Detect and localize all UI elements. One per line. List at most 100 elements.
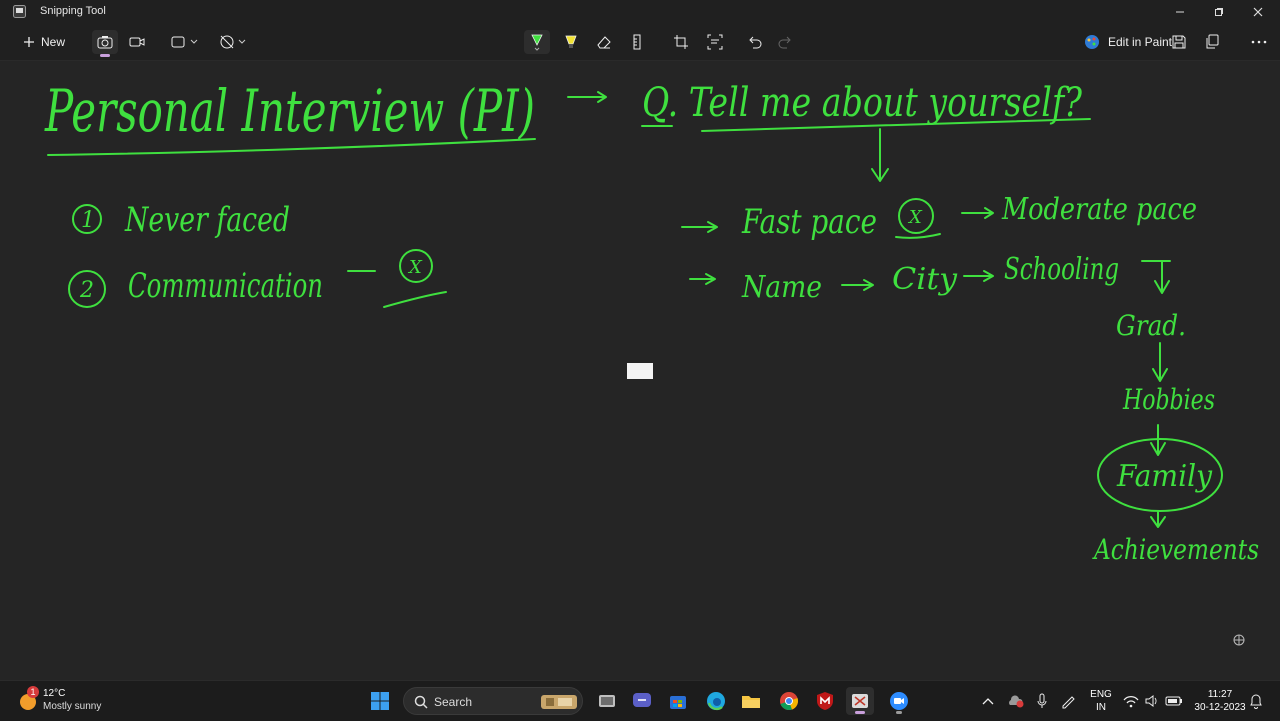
family-down-arrow — [1150, 510, 1166, 528]
point-1-number: 1 — [81, 208, 95, 233]
clock[interactable]: 11:27 30-12-2023 — [1188, 687, 1252, 715]
zoom-button[interactable] — [885, 687, 913, 715]
chain-family: Family — [1116, 459, 1213, 494]
plus-icon — [23, 37, 34, 47]
microphone-button[interactable] — [1029, 687, 1055, 715]
video-mode-button[interactable] — [124, 30, 150, 54]
minimize-icon — [1176, 11, 1184, 13]
schooling-down-arrow — [1141, 260, 1171, 294]
touch-pen-icon — [1233, 634, 1245, 646]
snipping-tool-icon — [852, 694, 868, 708]
pen-menu-button[interactable] — [1055, 687, 1081, 715]
onedrive-button[interactable] — [1002, 687, 1028, 715]
fast-pace-text: Fast pace — [741, 202, 877, 242]
crop-icon — [674, 35, 688, 49]
mcafee-button[interactable] — [811, 687, 839, 715]
microsoft-store-button[interactable] — [664, 687, 692, 715]
heading-arrow — [567, 91, 607, 103]
show-hidden-icons-button[interactable] — [975, 687, 1001, 715]
clock-time: 11:27 — [1207, 689, 1233, 700]
moderate-pace-text: Moderate pace — [1001, 192, 1197, 227]
copy-button[interactable] — [1199, 30, 1225, 54]
new-label: New — [40, 35, 65, 49]
edge-browser-button[interactable] — [702, 687, 730, 715]
drawing-canvas[interactable]: Personal Interview (PI) Q. Tell me about… — [0, 61, 1280, 680]
cursor-block — [627, 363, 653, 379]
onedrive-offline-icon — [1009, 695, 1024, 708]
store-icon — [670, 696, 686, 709]
notifications-button[interactable] — [1244, 687, 1268, 715]
moderate-pace-arrow — [961, 207, 994, 219]
teams-chat-button[interactable] — [628, 687, 656, 715]
save-button[interactable] — [1166, 30, 1192, 54]
new-button[interactable]: New — [14, 30, 74, 54]
microphone-icon — [1037, 693, 1047, 708]
video-camera-icon — [129, 37, 145, 47]
quick-settings-button[interactable] — [1119, 687, 1189, 715]
chevron-up-icon — [982, 698, 994, 705]
minimize-button[interactable] — [1160, 0, 1200, 24]
weather-temperature: 12°C — [43, 688, 66, 699]
text-actions-button[interactable] — [702, 30, 728, 54]
flow-arrow-2 — [841, 279, 874, 291]
screenshot-mode-button[interactable] — [92, 30, 118, 57]
chain-grad: Grad. — [1116, 309, 1186, 342]
highlighter-icon — [565, 35, 577, 48]
fast-pace-mark-underline — [895, 233, 941, 239]
title-bar: Snipping Tool — [0, 0, 1280, 24]
language-top: ENG — [1090, 689, 1112, 700]
highlighter-button[interactable] — [558, 30, 584, 54]
quick-settings-icons — [1123, 695, 1182, 708]
paint-icon — [1084, 35, 1099, 49]
restore-icon — [1215, 8, 1223, 16]
search-highlight-icon — [541, 695, 577, 709]
snip-shape-dropdown[interactable] — [168, 30, 202, 54]
ruler-icon — [633, 34, 641, 50]
more-options-button[interactable] — [1246, 30, 1272, 54]
point-2-mark: X — [407, 257, 423, 278]
eraser-icon — [597, 36, 611, 49]
heading-text: Personal Interview (PI) — [44, 77, 535, 145]
fast-pace-mark: X — [907, 207, 923, 228]
ruler-button[interactable] — [624, 30, 650, 54]
language-bottom: IN — [1096, 702, 1106, 713]
task-view-button[interactable] — [593, 687, 621, 715]
grad-down-arrow — [1152, 342, 1168, 382]
point-2-mark-underline — [383, 291, 447, 308]
edit-in-paint-label: Edit in Paint — [1107, 35, 1173, 49]
file-explorer-button[interactable] — [737, 687, 765, 715]
zoom-icon — [890, 692, 908, 710]
close-icon — [1253, 7, 1263, 17]
taskbar-search[interactable]: Search — [403, 687, 583, 715]
eraser-button[interactable] — [591, 30, 617, 54]
maximize-button[interactable] — [1199, 0, 1239, 24]
crop-button[interactable] — [668, 30, 694, 54]
question-down-arrow — [871, 128, 889, 182]
text-actions-icon — [707, 34, 723, 50]
rectangle-snip-icon — [171, 36, 198, 48]
start-button[interactable] — [366, 687, 394, 715]
active-indicator — [855, 711, 865, 714]
edge-icon — [707, 692, 725, 710]
chrome-button[interactable] — [775, 687, 803, 715]
folder-icon — [742, 696, 760, 708]
mcafee-shield-icon — [817, 692, 833, 710]
chrome-icon — [780, 692, 799, 711]
pen-icon — [531, 34, 543, 51]
language-indicator[interactable]: ENG IN — [1084, 687, 1118, 715]
camera-icon — [97, 36, 113, 49]
snipping-tool-taskbar-button[interactable] — [846, 687, 874, 715]
task-view-icon — [599, 695, 615, 707]
undo-icon — [749, 36, 762, 49]
flow-arrow-3 — [963, 270, 994, 282]
undo-button[interactable] — [742, 30, 768, 54]
taskbar: 1 12°C Mostly sunny Search ENG IN 11:27 … — [0, 680, 1280, 721]
ballpoint-pen-button[interactable] — [524, 30, 550, 54]
delay-timer-dropdown[interactable] — [216, 30, 250, 54]
redo-button[interactable] — [772, 30, 798, 54]
windows-logo-icon — [371, 692, 389, 710]
close-button[interactable] — [1238, 0, 1278, 24]
chain-achievements: Achievements — [1092, 533, 1259, 566]
save-icon — [1172, 35, 1186, 49]
point-2-number: 2 — [79, 278, 94, 303]
